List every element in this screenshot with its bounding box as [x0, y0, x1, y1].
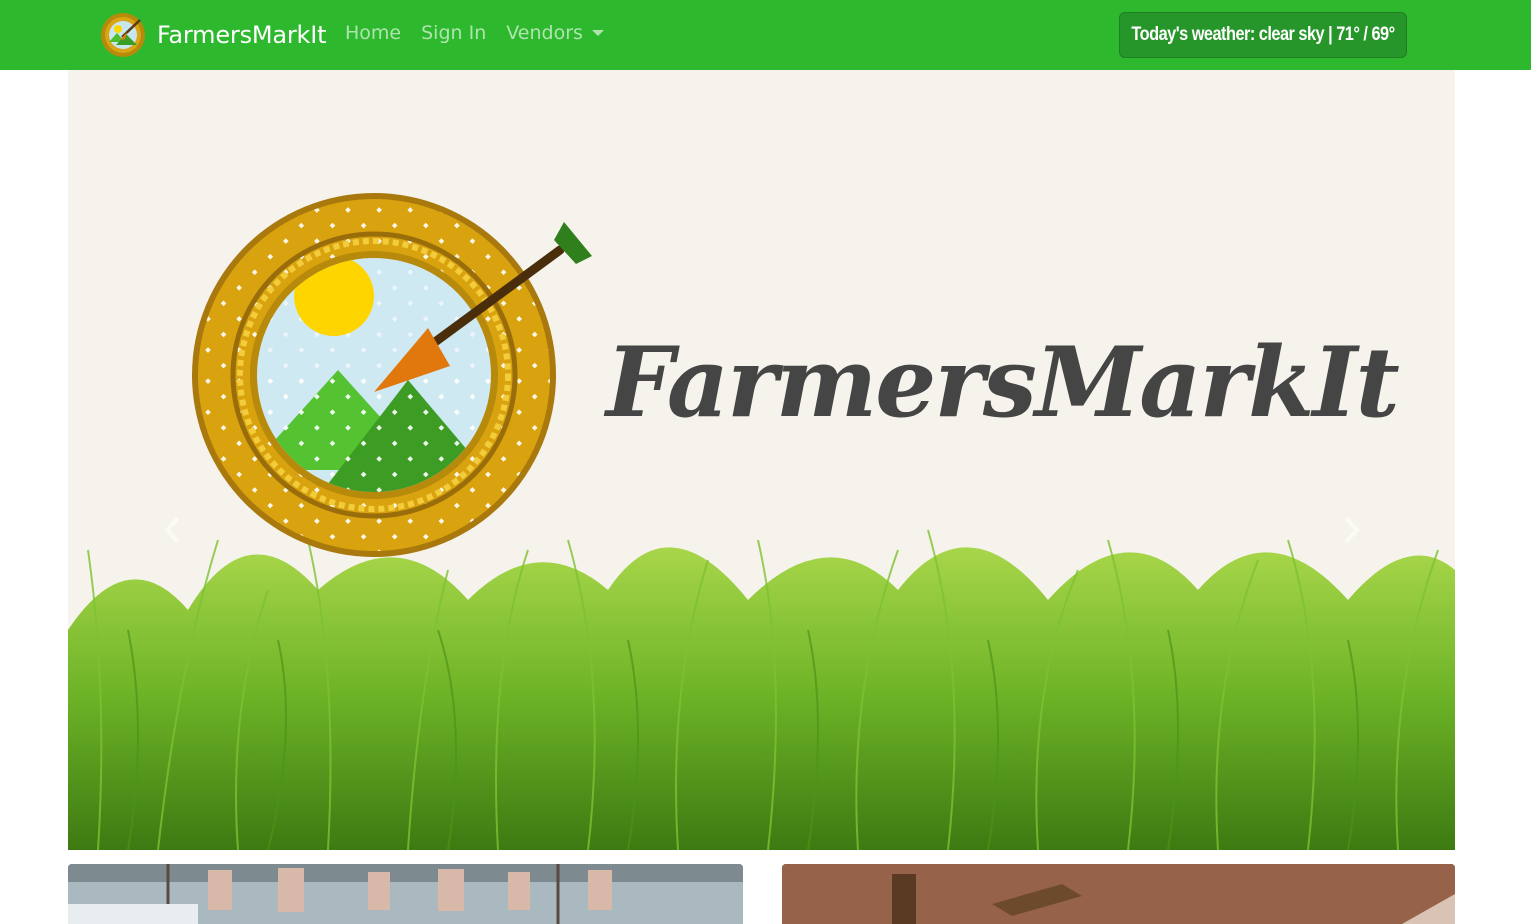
nav-links: Home Sign In Vendors — [345, 22, 624, 44]
caret-down-icon — [591, 30, 604, 36]
top-navbar: FarmersMarkIt Home Sign In Vendors Today… — [0, 0, 1531, 70]
hero-logo-text: FarmersMarkIt — [603, 326, 1399, 439]
brand-link[interactable]: FarmersMarkIt — [100, 12, 327, 58]
nav-link-home[interactable]: Home — [345, 22, 401, 44]
chevron-left-icon[interactable] — [158, 508, 188, 552]
market-stall-image — [68, 864, 743, 924]
hero-carousel: FarmersMarkIt — [68, 70, 1455, 850]
wooden-produce-card[interactable] — [782, 864, 1455, 924]
nav-link-vendors-dropdown[interactable]: Vendors — [506, 22, 604, 44]
hero-banner-image: FarmersMarkIt — [68, 193, 1455, 850]
chevron-right-icon[interactable] — [1336, 508, 1366, 552]
nav-link-sign-in[interactable]: Sign In — [421, 22, 486, 44]
brand-name: FarmersMarkIt — [157, 21, 327, 49]
wooden-produce-image — [782, 864, 1455, 924]
brand-logo-icon — [101, 13, 145, 57]
weather-text: Today's weather: clear sky | 71° / 69° — [1131, 24, 1395, 45]
market-stall-card[interactable] — [68, 864, 743, 924]
vendors-label: Vendors — [506, 22, 583, 44]
weather-badge: Today's weather: clear sky | 71° / 69° — [1119, 12, 1407, 58]
